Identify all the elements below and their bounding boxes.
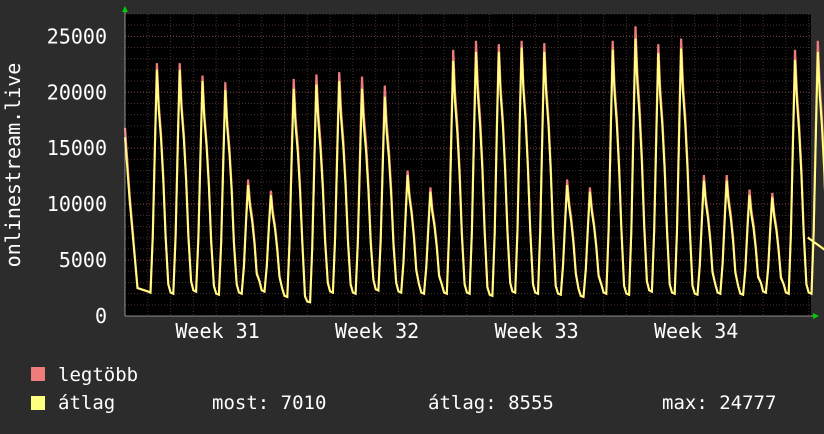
traffic-chart: 0 5000 10000 15000 20000 25000 Week 31 Week 32 W…	[0, 0, 824, 430]
y-tick-label: 20000	[47, 80, 107, 104]
chart-svg: 0 5000 10000 15000 20000 25000 Week 31 Week 32 W…	[1, 6, 824, 414]
stat-maximum: max: 24777	[662, 392, 776, 414]
x-tick-label: Week 34	[654, 319, 738, 343]
x-axis-arrow	[813, 313, 819, 319]
stat-average: átlag: 8555	[428, 392, 554, 414]
stat-current: most: 7010	[212, 392, 326, 414]
y-axis-label: onlinestream.live	[1, 63, 25, 268]
legend-label-atlag: átlag	[58, 392, 115, 414]
y-tick-label: 10000	[47, 192, 107, 216]
y-tick-label: 15000	[47, 136, 107, 160]
x-tick-label: Week 32	[335, 319, 419, 343]
y-axis-arrow	[122, 6, 128, 12]
legend-swatch-legtobb	[31, 367, 45, 381]
legend-label-legtobb: legtöbb	[58, 364, 138, 386]
x-tick-label: Week 31	[175, 319, 259, 343]
x-tick-label: Week 33	[494, 319, 578, 343]
y-tick-label: 0	[95, 304, 107, 328]
legend-swatch-atlag	[31, 396, 45, 410]
y-tick-label: 25000	[47, 24, 107, 48]
y-tick-label: 5000	[59, 248, 107, 272]
plot-area	[125, 14, 811, 316]
